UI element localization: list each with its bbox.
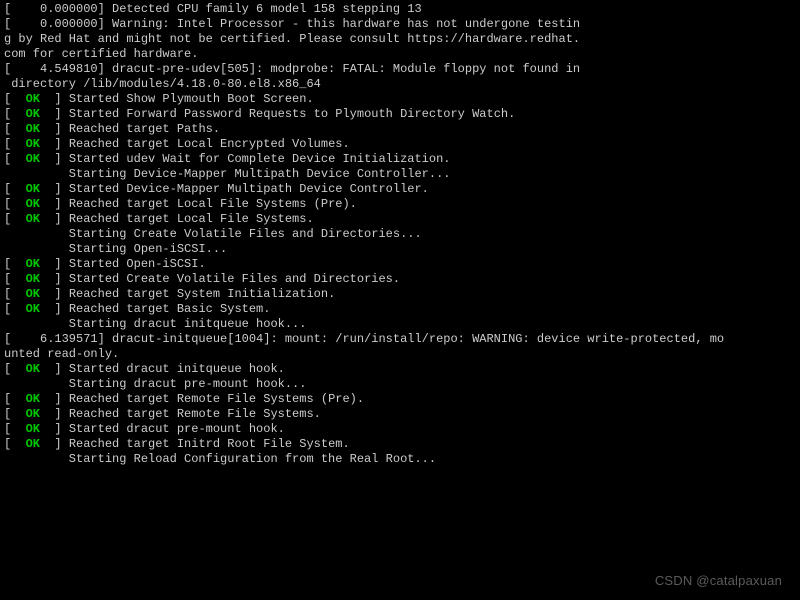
status-ok: OK <box>26 212 40 226</box>
status-ok: OK <box>26 407 40 421</box>
status-ok: OK <box>26 362 40 376</box>
console-line: [ OK ] Started Create Volatile Files and… <box>4 272 800 287</box>
console-line: [ OK ] Reached target Basic System. <box>4 302 800 317</box>
console-line: [ OK ] Reached target Remote File System… <box>4 392 800 407</box>
console-line: [ OK ] Started Open-iSCSI. <box>4 257 800 272</box>
console-line: [ 6.139571] dracut-initqueue[1004]: moun… <box>4 332 800 347</box>
status-ok: OK <box>26 92 40 106</box>
watermark: CSDN @catalpaxuan <box>655 573 782 588</box>
console-line: [ OK ] Reached target Initrd Root File S… <box>4 437 800 452</box>
status-ok: OK <box>26 302 40 316</box>
console-line: [ 0.000000] Detected CPU family 6 model … <box>4 2 800 17</box>
status-ok: OK <box>26 137 40 151</box>
console-line: [ 0.000000] Warning: Intel Processor - t… <box>4 17 800 32</box>
console-line: [ OK ] Reached target Local File Systems… <box>4 212 800 227</box>
status-ok: OK <box>26 122 40 136</box>
status-ok: OK <box>26 197 40 211</box>
status-ok: OK <box>26 272 40 286</box>
console-line: com for certified hardware. <box>4 47 800 62</box>
console-line: unted read-only. <box>4 347 800 362</box>
console-line: Starting dracut pre-mount hook... <box>4 377 800 392</box>
console-line: directory /lib/modules/4.18.0-80.el8.x86… <box>4 77 800 92</box>
console-line: [ OK ] Reached target System Initializat… <box>4 287 800 302</box>
status-ok: OK <box>26 182 40 196</box>
status-ok: OK <box>26 287 40 301</box>
console-line: g by Red Hat and might not be certified.… <box>4 32 800 47</box>
console-line: Starting Device-Mapper Multipath Device … <box>4 167 800 182</box>
status-ok: OK <box>26 152 40 166</box>
console-line: [ 4.549810] dracut-pre-udev[505]: modpro… <box>4 62 800 77</box>
console-line: [ OK ] Reached target Paths. <box>4 122 800 137</box>
console-line: Starting dracut initqueue hook... <box>4 317 800 332</box>
console-line: [ OK ] Started dracut pre-mount hook. <box>4 422 800 437</box>
status-ok: OK <box>26 257 40 271</box>
status-ok: OK <box>26 107 40 121</box>
console-line: [ OK ] Reached target Remote File System… <box>4 407 800 422</box>
status-ok: OK <box>26 437 40 451</box>
boot-console: [ 0.000000] Detected CPU family 6 model … <box>0 0 800 467</box>
status-ok: OK <box>26 422 40 436</box>
console-line: [ OK ] Started udev Wait for Complete De… <box>4 152 800 167</box>
console-line: [ OK ] Reached target Local File Systems… <box>4 197 800 212</box>
console-line: [ OK ] Reached target Local Encrypted Vo… <box>4 137 800 152</box>
console-line: [ OK ] Started Show Plymouth Boot Screen… <box>4 92 800 107</box>
console-line: [ OK ] Started Forward Password Requests… <box>4 107 800 122</box>
console-line: Starting Reload Configuration from the R… <box>4 452 800 467</box>
status-ok: OK <box>26 392 40 406</box>
console-line: Starting Create Volatile Files and Direc… <box>4 227 800 242</box>
console-line: Starting Open-iSCSI... <box>4 242 800 257</box>
console-line: [ OK ] Started dracut initqueue hook. <box>4 362 800 377</box>
console-line: [ OK ] Started Device-Mapper Multipath D… <box>4 182 800 197</box>
